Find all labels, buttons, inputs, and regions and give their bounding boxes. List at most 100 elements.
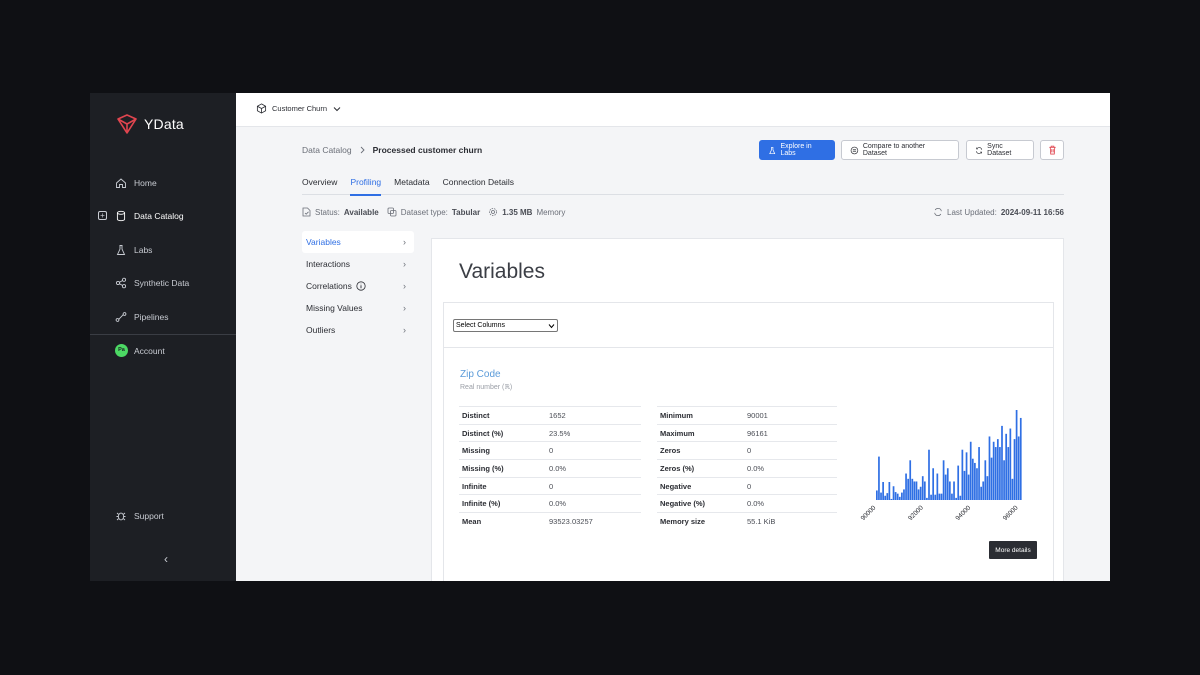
tab-metadata[interactable]: Metadata (394, 177, 429, 195)
submenu-outliers[interactable]: Outliers › (302, 319, 414, 341)
histogram-bar (938, 493, 941, 500)
sidebar-item-synthetic-data[interactable]: Synthetic Data (90, 270, 236, 296)
histogram-bar (978, 447, 980, 500)
histogram-bar (976, 468, 978, 500)
histogram-bar (892, 486, 895, 500)
histogram-bar (982, 481, 985, 500)
stats-row: Distinct (%) 23.5% (459, 423, 641, 442)
breadcrumb: Data Catalog Processed customer churn (302, 145, 482, 155)
submenu-correlations[interactable]: Correlations › (302, 275, 414, 297)
sidebar-item-label: Home (134, 178, 157, 188)
sync-dataset-button[interactable]: Sync Dataset (966, 140, 1034, 160)
memory-info: 1.35 MB Memory (488, 207, 565, 217)
stat-key: Infinite (462, 481, 487, 491)
stat-value: 0 (747, 446, 752, 456)
histogram-bar (969, 441, 972, 500)
variable-name[interactable]: Zip Code (460, 369, 501, 380)
stat-value: 93523.03257 (549, 516, 593, 526)
sidebar-item-support[interactable]: Support (90, 503, 236, 529)
histogram-bar (936, 473, 939, 500)
histogram-bar (894, 492, 897, 500)
histogram-bar (944, 474, 947, 500)
explore-label: Explore in Labs (780, 143, 812, 157)
sidebar-item-labs[interactable]: Labs (90, 237, 236, 263)
more-details-button[interactable]: More details (989, 541, 1037, 559)
sidebar-item-data-catalog[interactable]: + Data Catalog (90, 203, 236, 229)
support-label: Support (134, 511, 164, 521)
stat-value: 0 (747, 481, 752, 491)
select-columns-dropdown[interactable]: Select Columns (453, 319, 558, 332)
stat-value: 90001 (747, 410, 768, 420)
sidebar-divider (90, 334, 236, 335)
histogram-bar (971, 458, 974, 500)
stats-row: Memory size 55.1 KiB (657, 512, 837, 530)
tab-connection-details[interactable]: Connection Details (443, 177, 514, 195)
breadcrumb-root[interactable]: Data Catalog (302, 145, 352, 155)
profiling-submenu: Variables › Interactions › Correlations … (302, 231, 414, 341)
dataset-name: Customer Churn (272, 104, 328, 113)
explore-in-labs-button[interactable]: Explore in Labs (759, 140, 835, 160)
tab-bar: Overview Profiling Metadata Connection D… (302, 177, 1064, 196)
stat-key: Zeros (660, 446, 681, 456)
tab-overview[interactable]: Overview (302, 177, 337, 195)
histogram-bar (876, 490, 878, 500)
histogram-bar (992, 441, 995, 500)
sidebar-item-pipelines[interactable]: Pipelines (90, 304, 236, 330)
gear-icon (489, 208, 498, 216)
stats-row: Minimum 90001 (657, 406, 837, 424)
compare-dataset-button[interactable]: Compare to another Dataset (841, 140, 959, 160)
stat-value: 0.0% (549, 499, 567, 509)
histogram-bar (888, 482, 891, 500)
histogram-bar (965, 452, 968, 500)
stats-row: Distinct 1652 (459, 406, 641, 424)
histogram-bar (942, 460, 945, 500)
stat-key: Zeros (%) (660, 463, 695, 473)
sidebar-item-label: Data Catalog (134, 211, 184, 221)
chevron-right-icon: › (403, 237, 406, 247)
logo[interactable]: YData (116, 113, 184, 135)
sidebar-item-label: Pipelines (134, 312, 169, 322)
histogram-bar (996, 439, 999, 500)
main-content: Data Catalog Processed customer churn Ex… (236, 127, 1110, 581)
stats-row: Negative (%) 0.0% (657, 494, 837, 512)
submenu-interactions[interactable]: Interactions › (302, 253, 414, 275)
last-updated-info: Last Updated: 2024-09-11 16:56 (933, 207, 1064, 217)
histogram-bar (1019, 417, 1022, 500)
sidebar-item-home[interactable]: Home (90, 170, 236, 196)
stats-row: Infinite 0 (459, 476, 641, 495)
histogram-bar (967, 474, 970, 500)
histogram-bar (913, 481, 916, 500)
stat-value: 55.1 KiB (747, 516, 776, 526)
chevron-right-icon (360, 146, 365, 154)
expand-plus-icon[interactable]: + (98, 211, 107, 220)
histogram-bar (898, 496, 901, 500)
stat-value: 96161 (747, 428, 768, 438)
sidebar-item-account[interactable]: Pa Account (90, 338, 236, 364)
histogram-bar (901, 492, 903, 500)
delete-dataset-button[interactable] (1040, 140, 1064, 160)
submenu-missing-values[interactable]: Missing Values › (302, 297, 414, 319)
histogram-bar (1009, 428, 1012, 500)
info-icon[interactable] (356, 281, 366, 291)
histogram-bar (1005, 433, 1008, 500)
collapse-sidebar-button[interactable]: ‹ (164, 552, 168, 566)
compare-icon (850, 146, 859, 154)
chevron-right-icon: › (403, 281, 406, 291)
stat-key: Distinct (462, 410, 490, 420)
histogram-bar (951, 493, 953, 500)
histogram-bar (921, 476, 924, 500)
stats-row: Zeros (%) 0.0% (657, 459, 837, 477)
stat-key: Missing (462, 446, 490, 456)
submenu-label: Outliers (306, 325, 336, 335)
stat-key: Memory size (660, 516, 706, 526)
status-info: Status: Available (302, 207, 379, 217)
tab-profiling[interactable]: Profiling (350, 177, 381, 196)
stats-row: Infinite (%) 0.0% (459, 494, 641, 512)
submenu-variables[interactable]: Variables › (302, 231, 414, 253)
histogram-bar (986, 476, 989, 500)
dataset-type-info: Dataset type: Tabular (387, 207, 480, 217)
chevron-right-icon: › (403, 303, 406, 313)
chevron-right-icon: › (403, 259, 406, 269)
dataset-picker[interactable]: Customer Churn (256, 103, 342, 114)
x-tick-label: 94000 (954, 504, 972, 522)
